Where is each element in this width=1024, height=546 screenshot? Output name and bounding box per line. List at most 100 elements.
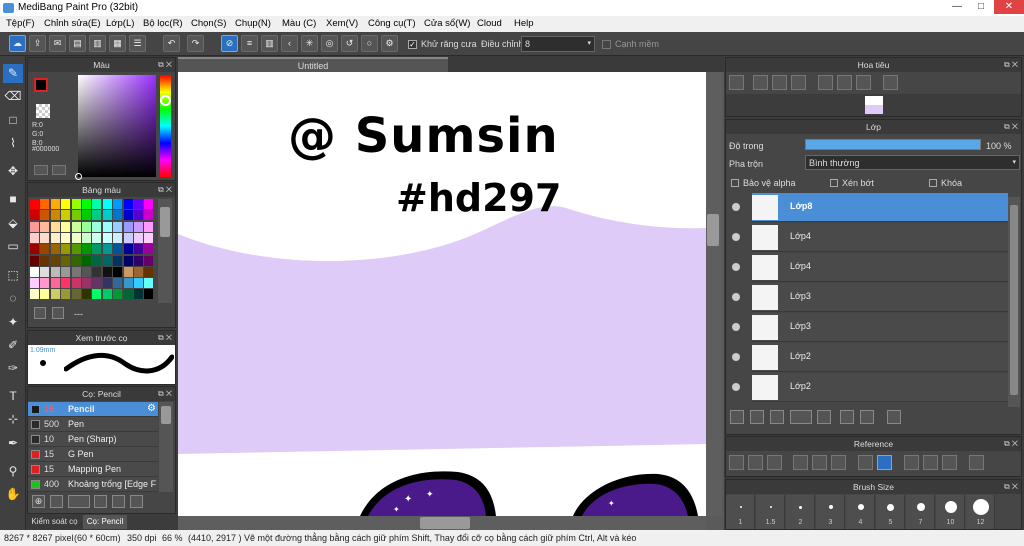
canvas-vertical-scrollbar[interactable] (706, 72, 722, 516)
palette-swatch[interactable] (102, 278, 112, 289)
settings-snap-icon[interactable]: ⚙ (381, 35, 398, 52)
palette-swatch[interactable] (82, 289, 91, 300)
palette-swatch[interactable] (82, 232, 91, 243)
trash-icon[interactable] (130, 495, 143, 508)
clip-checkbox[interactable] (830, 179, 838, 187)
eye-icon[interactable] (732, 293, 740, 301)
palette-swatch[interactable] (30, 255, 39, 266)
palette-swatch[interactable] (123, 244, 133, 255)
brush-size-cell[interactable]: 10 (936, 495, 965, 529)
menu-capture[interactable]: Chụp(N) (235, 18, 271, 29)
palette-swatch[interactable] (92, 244, 102, 255)
palette-swatch[interactable] (61, 210, 71, 221)
palette-swatch[interactable] (30, 289, 39, 300)
zoom-out-icon[interactable] (831, 455, 846, 470)
palette-swatch[interactable] (134, 232, 143, 243)
palette-swatch[interactable] (102, 221, 112, 232)
palette-swatch[interactable] (40, 255, 50, 266)
document-icon[interactable]: ▤ (69, 35, 86, 52)
palette-swatch[interactable] (30, 199, 39, 209)
palette-swatch[interactable] (102, 199, 112, 209)
palette-swatch[interactable] (40, 244, 50, 255)
crosshatch-snap-icon[interactable]: ▥ (261, 35, 278, 52)
list-page-icon[interactable]: ☰ (129, 35, 146, 52)
brush-size-cell[interactable]: 7 (906, 495, 935, 529)
eye-icon[interactable] (732, 323, 740, 331)
palette-swatch[interactable] (144, 266, 154, 277)
palette-swatch[interactable] (61, 244, 71, 255)
palette-swatch[interactable] (144, 244, 154, 255)
palette-swatch[interactable] (144, 199, 154, 209)
palette-swatch[interactable] (92, 266, 102, 277)
palette-swatch[interactable] (113, 210, 123, 221)
trash-icon[interactable] (52, 307, 64, 319)
eyedropper-tool-icon[interactable]: ✒ (3, 434, 23, 453)
palette-swatch[interactable] (30, 278, 39, 289)
curve-snap-icon[interactable]: ↺ (341, 35, 358, 52)
cloud-download-icon[interactable] (729, 455, 744, 470)
palette-swatch[interactable] (113, 289, 123, 300)
color-mode-button[interactable] (34, 165, 48, 175)
panel-controls-icon[interactable]: ⧉ ✕ (1004, 480, 1018, 494)
eye-icon[interactable] (732, 353, 740, 361)
palette-swatch[interactable] (92, 289, 102, 300)
palette-swatch[interactable] (50, 244, 60, 255)
palette-swatch[interactable] (123, 210, 133, 221)
palette-swatch[interactable] (71, 199, 81, 209)
palette-swatch[interactable] (50, 266, 60, 277)
saturation-value-picker[interactable] (75, 75, 156, 180)
panel-controls-icon[interactable]: ⧉ ✕ (158, 387, 172, 401)
select-eraser-tool-icon[interactable]: ✑ (3, 359, 23, 378)
cloud-icon[interactable]: ☁ (9, 35, 26, 52)
panel-controls-icon[interactable]: ⧉ ✕ (1004, 58, 1018, 72)
palette-swatch[interactable] (113, 278, 123, 289)
soft-edge-checkbox[interactable] (602, 40, 611, 49)
duplicate-layer-icon[interactable] (840, 410, 854, 424)
brush-item[interactable]: 400 Khoảng trống [Edge F (28, 477, 158, 492)
opacity-slider[interactable] (805, 139, 981, 150)
new-layer-8bit-icon[interactable] (750, 410, 764, 424)
palette-swatch[interactable] (71, 221, 81, 232)
brush-item[interactable]: 10 Pen (Sharp) (28, 432, 158, 447)
brush-size-cell[interactable]: 1.5 (756, 495, 785, 529)
palette-swatch[interactable] (61, 278, 71, 289)
gradient-tool-icon[interactable]: ▭ (3, 237, 23, 256)
panel-controls-icon[interactable]: ⧉ ✕ (158, 58, 172, 72)
vanishing-snap-icon[interactable]: ‹ (281, 35, 298, 52)
palette-swatch[interactable] (92, 255, 102, 266)
palette-swatch[interactable] (61, 289, 71, 300)
palette-swatch[interactable] (71, 278, 81, 289)
parallel-snap-icon[interactable]: ≡ (241, 35, 258, 52)
eye-icon[interactable] (732, 263, 740, 271)
palette-swatch[interactable] (134, 244, 143, 255)
palette-swatch[interactable] (92, 221, 102, 232)
palette-swatch[interactable] (61, 221, 71, 232)
fit-icon[interactable] (812, 455, 827, 470)
palette-swatch[interactable] (123, 232, 133, 243)
hue-handle[interactable] (160, 95, 171, 106)
brush-size-cell[interactable]: 4 (846, 495, 875, 529)
menu-help[interactable]: Help (514, 18, 534, 29)
no-snap-icon[interactable]: ⊘ (221, 35, 238, 52)
copy-brush-icon[interactable] (50, 495, 63, 508)
palette-swatch[interactable] (82, 244, 91, 255)
palette-swatch[interactable] (144, 255, 154, 266)
scroll-thumb[interactable] (160, 207, 170, 237)
palette-swatch[interactable] (134, 278, 143, 289)
palette-swatch[interactable] (30, 232, 39, 243)
palette-swatch[interactable] (134, 289, 143, 300)
layer-row[interactable]: Lớp3 (732, 313, 1008, 342)
brush-item[interactable]: 15 Pencil ⚙ (28, 402, 158, 417)
palette-swatch[interactable] (123, 278, 133, 289)
panel-controls-icon[interactable]: ⧉ ✕ (1004, 120, 1018, 134)
layer-menu-icon[interactable] (790, 410, 812, 424)
palette-swatch[interactable] (92, 232, 102, 243)
new-layer-icon[interactable] (730, 410, 744, 424)
palette-swatch[interactable] (92, 210, 102, 221)
palette-swatch[interactable] (40, 221, 50, 232)
grid-page-icon[interactable]: ▦ (109, 35, 126, 52)
brush-item[interactable]: 500 Pen (28, 417, 158, 432)
lock-checkbox[interactable] (929, 179, 937, 187)
palette-swatch[interactable] (144, 289, 154, 300)
palette-swatch[interactable] (61, 199, 71, 209)
